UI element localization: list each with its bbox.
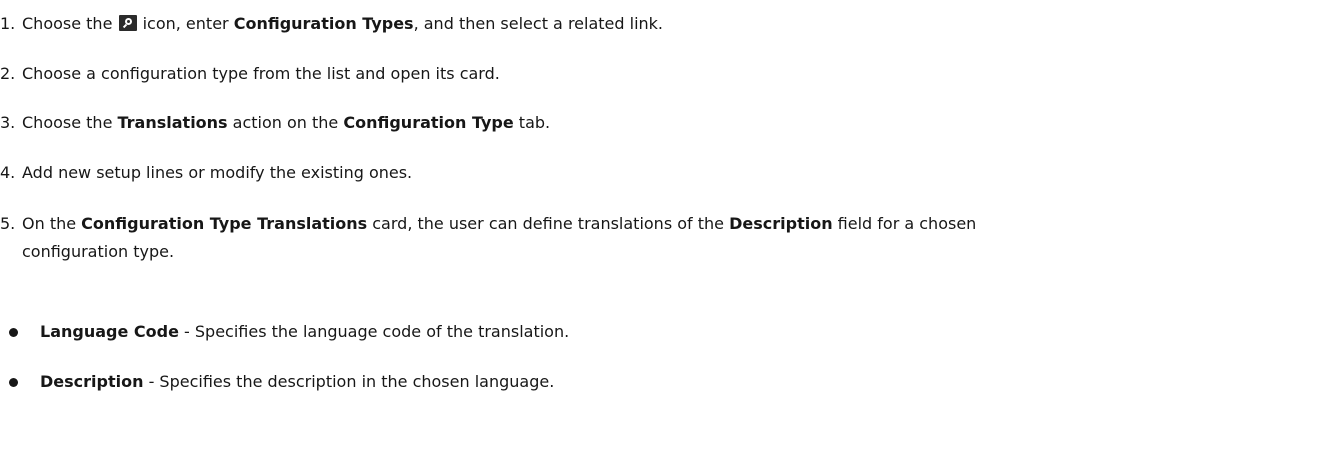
- step-number: 3.: [0, 113, 16, 132]
- field-name: Language Code: [40, 322, 179, 341]
- step-item: 3. Choose the Translations action on the …: [0, 109, 550, 137]
- step-text: icon, enter: [137, 14, 234, 33]
- field-item: Language Code - Specifies the language c…: [0, 318, 569, 346]
- step-text: configuration type.: [22, 242, 175, 261]
- step-text: Choose a configuration type from the lis…: [22, 64, 500, 83]
- step-bold-term: Configuration Types: [233, 14, 414, 33]
- step-text: tab.: [513, 113, 551, 132]
- step-bold-term: Configuration Type Translations: [81, 214, 368, 233]
- step-bold-term: Description: [729, 214, 833, 233]
- field-item: Description - Specifies the description …: [0, 368, 554, 396]
- search-icon: [118, 15, 137, 31]
- step-bold-term: Translations: [117, 113, 228, 132]
- step-item: 1. Choose the icon, enter Configuration T…: [0, 10, 663, 38]
- step-bold-term: Configuration Type: [343, 113, 514, 132]
- step-item: 5. On the Configuration Type Translations…: [0, 210, 1340, 266]
- bullet-icon: [9, 378, 18, 387]
- step-number: 4.: [0, 163, 16, 182]
- step-text: field for a chosen: [832, 214, 977, 233]
- field-description: - Specifies the description in the chose…: [143, 372, 555, 391]
- field-description: - Specifies the language code of the tra…: [178, 322, 570, 341]
- step-text: action on the: [227, 113, 344, 132]
- field-name: Description: [40, 372, 144, 391]
- step-number: 5.: [0, 214, 16, 233]
- step-text: card, the user can define translations o…: [367, 214, 730, 233]
- step-text: Choose the: [22, 113, 118, 132]
- step-item: 4. Add new setup lines or modify the exis…: [0, 159, 412, 187]
- bullet-icon: [9, 328, 18, 337]
- step-item: 2. Choose a configuration type from the l…: [0, 60, 500, 88]
- step-text: , and then select a related link.: [413, 14, 663, 33]
- step-number: 1.: [0, 14, 16, 33]
- step-text: On the: [22, 214, 82, 233]
- step-text: Add new setup lines or modify the existi…: [22, 163, 413, 182]
- step-text: Choose the: [22, 14, 118, 33]
- step-number: 2.: [0, 64, 16, 83]
